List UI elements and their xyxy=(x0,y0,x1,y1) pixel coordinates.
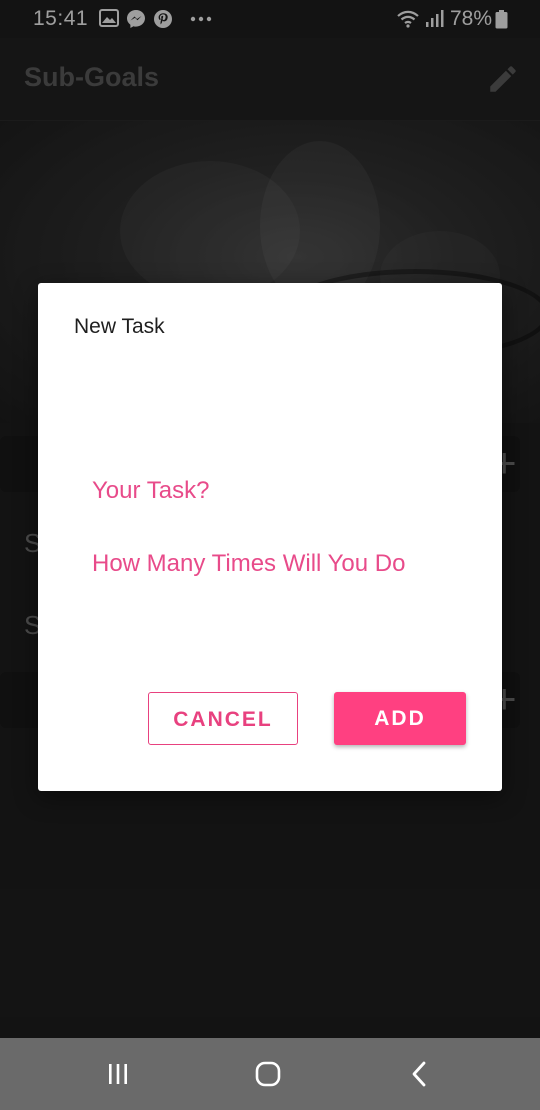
add-button[interactable]: ADD xyxy=(334,692,466,745)
new-task-dialog: New Task CANCEL ADD xyxy=(38,283,502,791)
cancel-button[interactable]: CANCEL xyxy=(148,692,298,745)
times-input[interactable] xyxy=(80,544,460,584)
navigation-bar xyxy=(0,1038,540,1110)
dialog-title: New Task xyxy=(74,315,165,338)
screen: 15:41 78% Sub-Goals + S S + New Task You… xyxy=(0,0,540,1110)
back-icon[interactable] xyxy=(400,1058,440,1090)
recent-apps-icon[interactable] xyxy=(98,1058,138,1090)
task-input[interactable] xyxy=(80,471,460,511)
home-icon[interactable] xyxy=(248,1058,288,1090)
